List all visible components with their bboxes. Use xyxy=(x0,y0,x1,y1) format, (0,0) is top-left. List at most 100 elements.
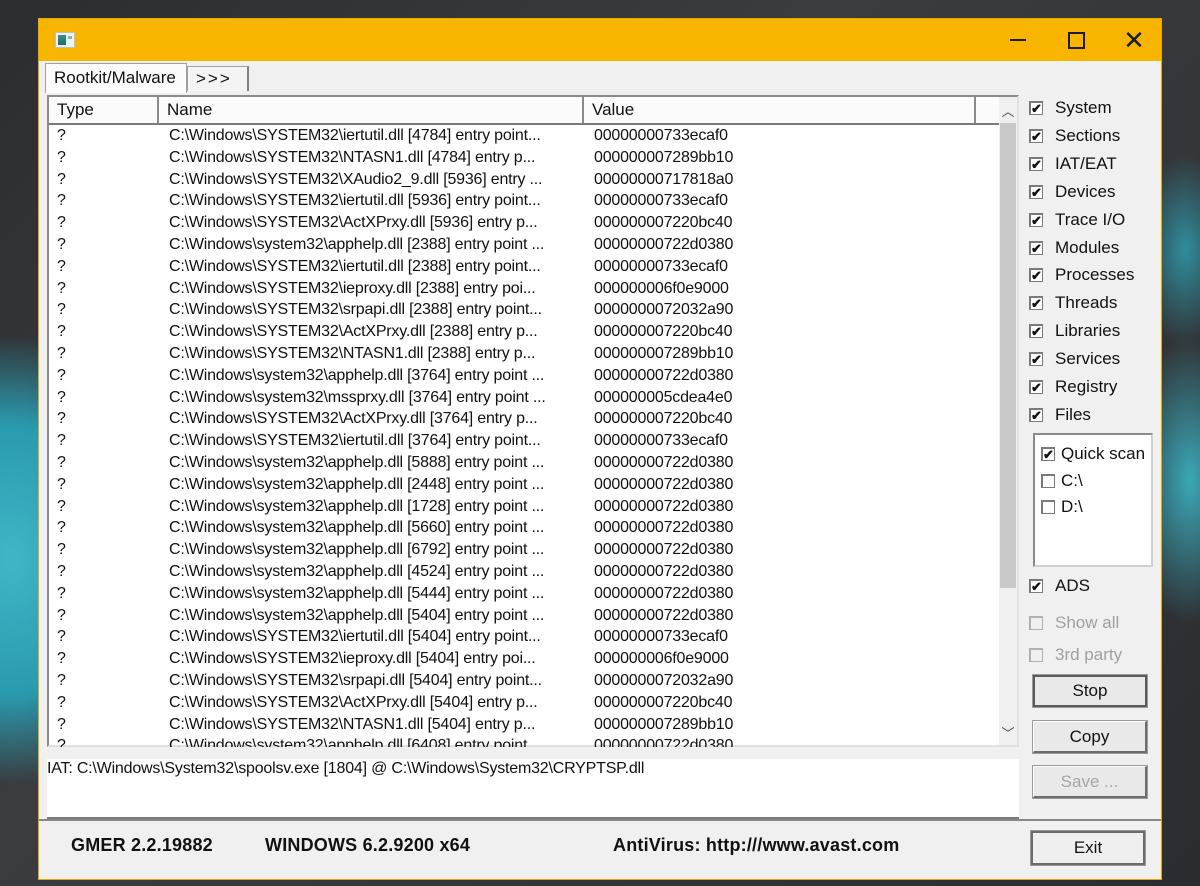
option-show-all-checkbox: Show all xyxy=(1029,612,1119,634)
scrollbar-thumb[interactable] xyxy=(1000,123,1016,588)
table-row[interactable]: ? C:\Windows\SYSTEM32\iertutil.dll [5936]… xyxy=(49,190,995,212)
table-row[interactable]: ? C:\Windows\SYSTEM32\ieproxy.dll [2388] … xyxy=(49,278,995,300)
row-value: 00000000722d0380 xyxy=(594,584,734,602)
exit-button[interactable]: Exit xyxy=(1030,830,1146,866)
option-files-checkbox[interactable]: ✔ Files xyxy=(1029,404,1091,426)
table-row[interactable]: ? C:\Windows\system32\apphelp.dll [3764] … xyxy=(49,365,995,387)
option-threads-label: Threads xyxy=(1055,293,1118,313)
table-row[interactable]: ? C:\Windows\SYSTEM32\iertutil.dll [2388]… xyxy=(49,256,995,278)
table-row[interactable]: ? C:\Windows\SYSTEM32\iertutil.dll [5404]… xyxy=(49,626,995,648)
table-row[interactable]: ? C:\Windows\system32\apphelp.dll [5404] … xyxy=(49,605,995,627)
option-ads-checkbox[interactable]: ✔ ADS xyxy=(1029,575,1090,597)
option-registry-checkbox[interactable]: ✔ Registry xyxy=(1029,376,1117,398)
row-name: C:\Windows\SYSTEM32\NTASN1.dll [2388] en… xyxy=(169,344,536,362)
stop-button[interactable]: Stop xyxy=(1032,674,1148,708)
table-row[interactable]: ? C:\Windows\system32\apphelp.dll [6408] … xyxy=(49,735,995,747)
column-header-type[interactable]: Type xyxy=(49,97,159,123)
table-row[interactable]: ? C:\Windows\system32\mssprxy.dll [3764] … xyxy=(49,387,995,409)
option-processes-checkbox[interactable]: ✔ Processes xyxy=(1029,264,1134,286)
title-bar[interactable]: ✕ xyxy=(39,19,1161,61)
vertical-scrollbar[interactable]: ︿ ﹀ xyxy=(999,97,1017,745)
option-libraries-checkbox[interactable]: ✔ Libraries xyxy=(1029,320,1120,342)
table-row[interactable]: ? C:\Windows\system32\apphelp.dll [5444] … xyxy=(49,583,995,605)
table-row[interactable]: ? C:\Windows\SYSTEM32\iertutil.dll [4784]… xyxy=(49,125,995,147)
table-row[interactable]: ? C:\Windows\SYSTEM32\ActXPrxy.dll [5936]… xyxy=(49,212,995,234)
column-header-value[interactable]: Value xyxy=(584,97,976,123)
footer-divider xyxy=(39,819,1161,821)
table-row[interactable]: ? C:\Windows\SYSTEM32\srpapi.dll [2388] e… xyxy=(49,299,995,321)
table-row[interactable]: ? C:\Windows\SYSTEM32\NTASN1.dll [4784] e… xyxy=(49,147,995,169)
row-type: ? xyxy=(57,344,66,362)
row-name: C:\Windows\SYSTEM32\iertutil.dll [2388] … xyxy=(169,257,541,275)
table-row[interactable]: ? C:\Windows\SYSTEM32\ActXPrxy.dll [5404]… xyxy=(49,692,995,714)
table-row[interactable]: ? C:\Windows\system32\apphelp.dll [5888] … xyxy=(49,452,995,474)
table-row[interactable]: ? C:\Windows\system32\apphelp.dll [6792] … xyxy=(49,539,995,561)
table-row[interactable]: ? C:\Windows\SYSTEM32\iertutil.dll [3764]… xyxy=(49,430,995,452)
row-value: 00000000722d0380 xyxy=(594,475,734,493)
column-header-name[interactable]: Name xyxy=(159,97,584,123)
row-value: 00000000722d0380 xyxy=(594,235,734,253)
option-ads-label: ADS xyxy=(1055,576,1090,595)
table-row[interactable]: ? C:\Windows\SYSTEM32\NTASN1.dll [2388] e… xyxy=(49,343,995,365)
row-name: C:\Windows\system32\mssprxy.dll [3764] e… xyxy=(169,388,546,406)
option-threads-checkbox[interactable]: ✔ Threads xyxy=(1029,292,1117,314)
checkmark-icon: ✔ xyxy=(1029,380,1043,394)
scroll-up-button[interactable]: ︿ xyxy=(999,97,1017,123)
checkmark-icon: ✔ xyxy=(1029,101,1043,115)
row-name: C:\Windows\SYSTEM32\XAudio2_9.dll [5936]… xyxy=(169,170,543,188)
option-system-checkbox[interactable]: ✔ System xyxy=(1029,97,1112,119)
option-sections-checkbox[interactable]: ✔ Sections xyxy=(1029,125,1120,147)
minimize-button[interactable] xyxy=(989,19,1047,61)
option-modules-label: Modules xyxy=(1055,237,1120,257)
drive-c-checkbox[interactable]: C:\ xyxy=(1041,470,1083,492)
row-name: C:\Windows\SYSTEM32\ActXPrxy.dll [2388] … xyxy=(169,323,538,341)
copy-button[interactable]: Copy xyxy=(1032,720,1148,754)
row-type: ? xyxy=(57,606,66,624)
row-value: 000000007220bc40 xyxy=(594,323,733,341)
scroll-down-button[interactable]: ﹀ xyxy=(999,719,1017,745)
row-value: 00000000733ecaf0 xyxy=(594,127,728,144)
checkmark-icon: ✔ xyxy=(1029,184,1043,199)
maximize-icon xyxy=(1067,31,1085,49)
tab-more[interactable]: >>> xyxy=(187,66,249,91)
table-row[interactable]: ? C:\Windows\SYSTEM32\ActXPrxy.dll [2388]… xyxy=(49,321,995,343)
row-name: C:\Windows\system32\apphelp.dll [6792] e… xyxy=(169,541,545,559)
gmer-window: ✕ Rootkit/Malware >>> Type Name Value ? C… xyxy=(38,18,1162,880)
row-value: 000000006f0e9000 xyxy=(594,650,729,668)
table-row[interactable]: ? C:\Windows\system32\apphelp.dll [5660] … xyxy=(49,517,995,539)
table-row[interactable]: ? C:\Windows\SYSTEM32\srpapi.dll [5404] e… xyxy=(49,670,995,692)
row-value: 00000000722d0380 xyxy=(594,541,734,559)
drive-d-checkbox[interactable]: D:\ xyxy=(1041,496,1083,518)
antivirus-label: AntiVirus: http:///www.avast.com xyxy=(613,835,900,855)
table-row[interactable]: ? C:\Windows\SYSTEM32\XAudio2_9.dll [5936… xyxy=(49,169,995,191)
maximize-button[interactable] xyxy=(1047,19,1105,61)
checkmark-icon: ✔ xyxy=(1029,268,1043,283)
row-value: 00000000733ecaf0 xyxy=(594,192,728,210)
row-name: C:\Windows\SYSTEM32\NTASN1.dll [5404] en… xyxy=(169,715,536,733)
close-button[interactable]: ✕ xyxy=(1105,19,1163,61)
option-system-label: System xyxy=(1055,98,1112,117)
tab-rootkit-malware[interactable]: Rootkit/Malware xyxy=(45,63,187,93)
table-row[interactable]: ? C:\Windows\SYSTEM32\NTASN1.dll [5404] e… xyxy=(49,714,995,736)
save-button[interactable]: Save ... xyxy=(1032,765,1148,799)
option-modules-checkbox[interactable]: ✔ Modules xyxy=(1029,237,1119,259)
option-services-checkbox[interactable]: ✔ Services xyxy=(1029,348,1120,370)
os-label: WINDOWS 6.2.9200 x64 xyxy=(265,835,471,855)
drive-quick-scan-checkbox[interactable]: ✔ Quick scan xyxy=(1041,443,1145,465)
row-type: ? xyxy=(57,693,66,711)
option-iat-eat-checkbox[interactable]: ✔ IAT/EAT xyxy=(1029,153,1117,175)
close-icon: ✕ xyxy=(1123,25,1145,55)
table-row[interactable]: ? C:\Windows\system32\apphelp.dll [2388] … xyxy=(49,234,995,256)
checkmark-icon: ✔ xyxy=(1029,324,1043,339)
option-processes-label: Processes xyxy=(1055,265,1135,285)
table-row[interactable]: ? C:\Windows\system32\apphelp.dll [1728] … xyxy=(49,496,995,518)
row-type: ? xyxy=(57,192,66,210)
results-list[interactable]: Type Name Value ? C:\Windows\SYSTEM32\ier… xyxy=(47,95,1019,747)
option-devices-checkbox[interactable]: ✔ Devices xyxy=(1029,181,1115,203)
table-row[interactable]: ? C:\Windows\system32\apphelp.dll [4524] … xyxy=(49,561,995,583)
table-row[interactable]: ? C:\Windows\SYSTEM32\ActXPrxy.dll [3764]… xyxy=(49,408,995,430)
table-row[interactable]: ? C:\Windows\system32\apphelp.dll [2448] … xyxy=(49,474,995,496)
row-name: C:\Windows\system32\apphelp.dll [5404] e… xyxy=(169,606,545,624)
option-trace-i-o-checkbox[interactable]: ✔ Trace I/O xyxy=(1029,209,1125,231)
table-row[interactable]: ? C:\Windows\SYSTEM32\ieproxy.dll [5404] … xyxy=(49,648,995,670)
